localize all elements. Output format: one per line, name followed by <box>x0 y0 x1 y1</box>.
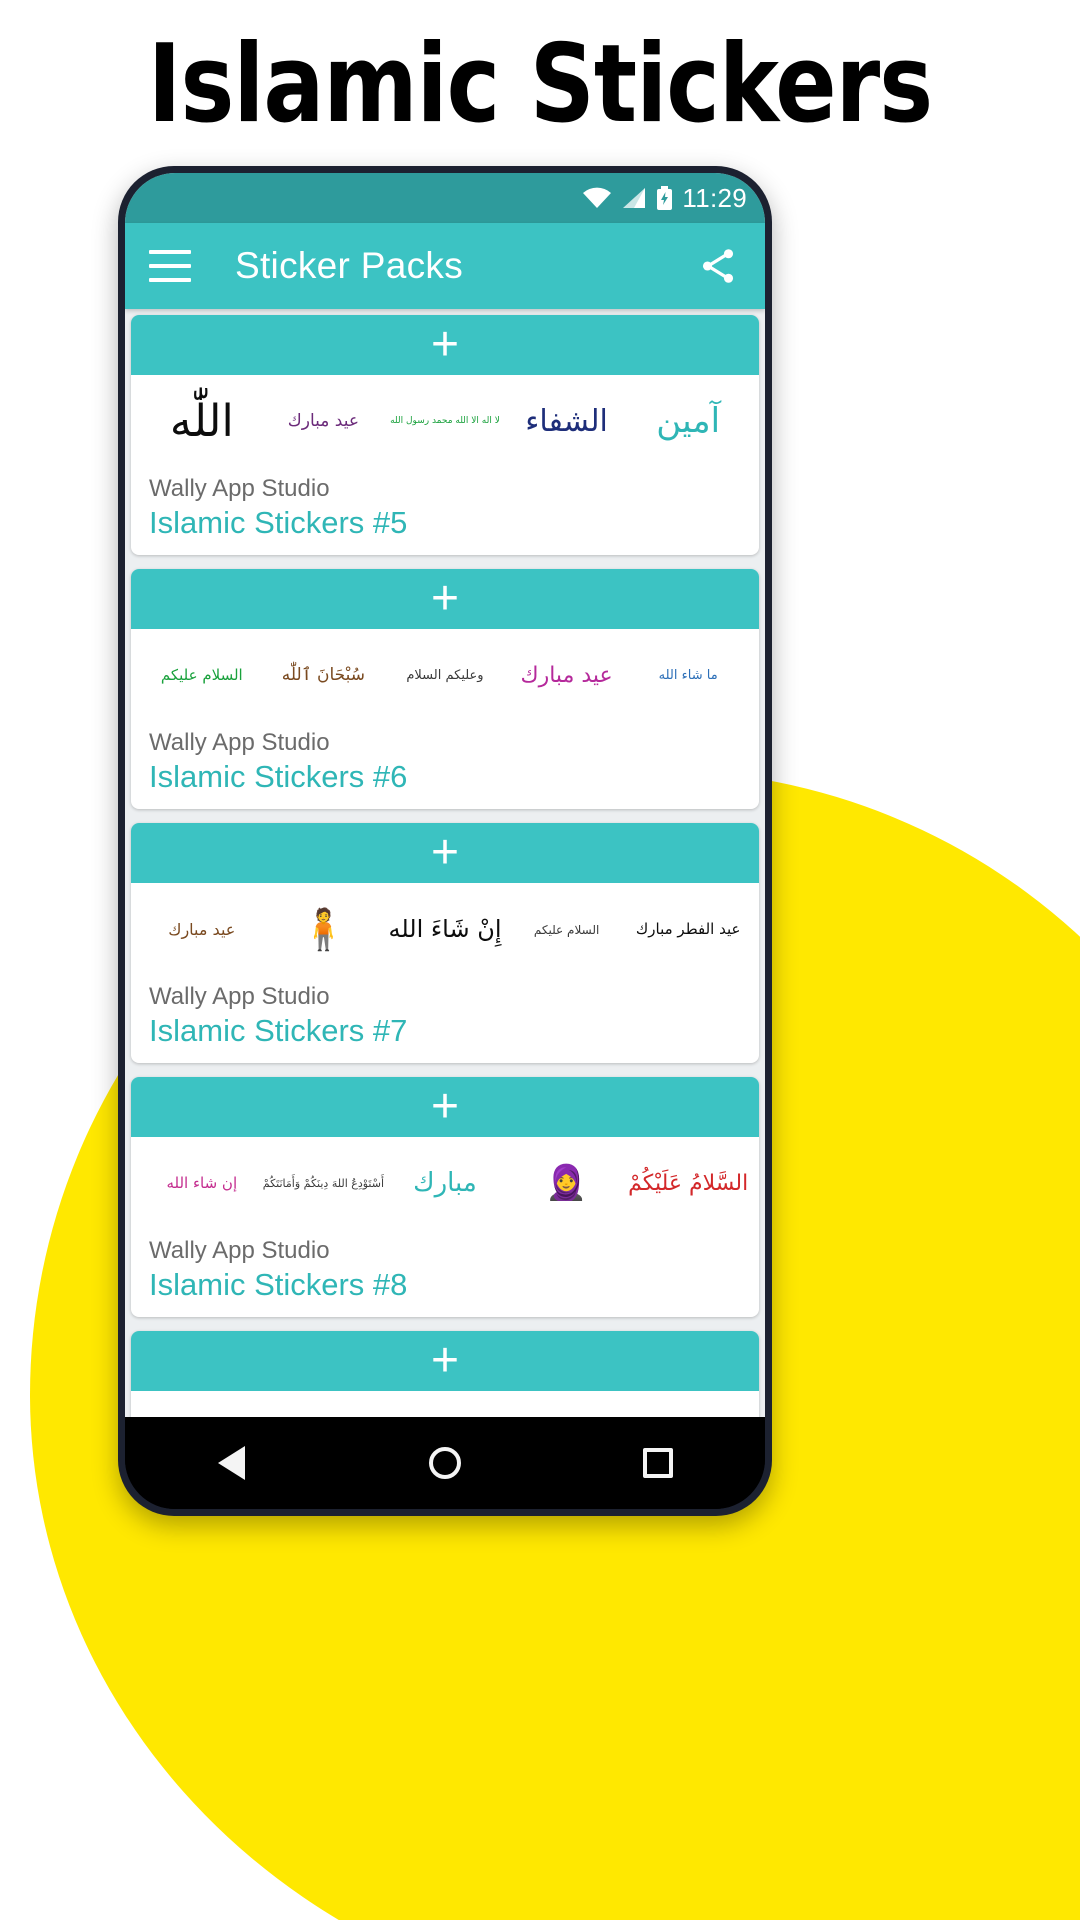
wifi-icon <box>582 187 612 209</box>
sticker-thumbnail-text: وعليكم السلام <box>406 668 484 684</box>
sticker-thumbnail-text: آمين <box>656 401 721 442</box>
sticker-thumbnail[interactable]: 🧕 <box>506 1142 628 1226</box>
sticker-pack-card[interactable]: + اللّٰه عيد مبارك لا اله الا الله محمد رسو… <box>131 315 759 555</box>
sticker-thumbnail[interactable]: عيد مبارك <box>263 380 385 464</box>
battery-icon <box>656 186 673 210</box>
sticker-thumbnail-text: عيد الفطر مبارك <box>635 920 741 939</box>
sticker-thumbnail-text: السلام عليكم <box>533 922 600 937</box>
pack-name: Islamic Stickers #6 <box>149 759 408 794</box>
add-pack-button[interactable]: + <box>131 1077 759 1137</box>
sticker-thumbnail[interactable]: EID MUBARAK! <box>506 1396 628 1417</box>
sticker-thumbnail[interactable]: 🧔 <box>263 1396 385 1417</box>
sticker-preview-row: بسم الله الرحمن الرحيم🧔وعليكم السلامEID … <box>131 1391 759 1417</box>
sticker-thumbnail[interactable]: السلام عليكم <box>506 888 628 972</box>
sticker-thumbnail-text: إِنْ شَاءَ الله <box>388 915 502 944</box>
sticker-thumbnail[interactable]: EID MUBARAK! <box>627 1396 749 1417</box>
pack-publisher: Wally App Studio <box>149 729 330 756</box>
sticker-thumbnail-text: مبارك <box>413 1168 477 1199</box>
plus-icon: + <box>430 572 460 625</box>
sticker-thumbnail-text: عيد مبارك <box>168 919 236 939</box>
sticker-thumbnail-text: اللّٰه <box>169 395 234 447</box>
sticker-thumbnail-text: السلام عليكم <box>160 666 243 685</box>
sticker-pack-list[interactable]: + اللّٰه عيد مبارك لا اله الا الله محمد رسو… <box>125 309 765 1417</box>
sticker-pack-card[interactable]: + السلام عليكم سُبْحَانَ ٱللّٰه وعليكم السل… <box>131 569 759 809</box>
sticker-pack-card[interactable]: +بسم الله الرحمن الرحيم🧔وعليكم السلامEID… <box>131 1331 759 1417</box>
sticker-thumbnail[interactable]: عيد مبارك <box>141 888 263 972</box>
sticker-thumbnail[interactable]: السَّلامُ عَلَيْكُمْ <box>627 1142 749 1226</box>
sticker-preview-row: اللّٰه عيد مبارك لا اله الا الله محمد رسول… <box>131 375 759 467</box>
page-root: Islamic Stickers 11:29 Sticker Packs + ا… <box>0 0 1080 1920</box>
android-nav-bar <box>125 1417 765 1509</box>
status-bar-time: 11:29 <box>682 182 747 213</box>
add-pack-button[interactable]: + <box>131 315 759 375</box>
status-bar: 11:29 <box>125 173 765 223</box>
pack-publisher: Wally App Studio <box>149 475 330 502</box>
sticker-thumbnail-text: أَسْتَوْدِعُ اللهَ دِينَكُمْ وَأَمَانَتَ… <box>262 1177 385 1191</box>
page-title: Islamic Stickers <box>147 22 933 147</box>
sticker-thumbnail[interactable]: الشفاء <box>506 380 628 464</box>
sticker-preview-row: السلام عليكم سُبْحَانَ ٱللّٰه وعليكم السلا… <box>131 629 759 721</box>
pack-name: Islamic Stickers #7 <box>149 1013 408 1048</box>
sticker-thumbnail-text: عيد مبارك <box>520 663 613 689</box>
plus-icon: + <box>430 318 460 371</box>
pack-publisher: Wally App Studio <box>149 1237 330 1264</box>
sticker-thumbnail[interactable]: عيد الفطر مبارك <box>627 888 749 972</box>
share-icon[interactable] <box>695 243 741 289</box>
signal-icon <box>621 187 647 209</box>
add-pack-button[interactable]: + <box>131 823 759 883</box>
sticker-thumbnail[interactable]: آمين <box>627 380 749 464</box>
sticker-thumbnail[interactable]: عيد مبارك <box>506 634 628 718</box>
sticker-thumbnail[interactable]: لا اله الا الله محمد رسول الله <box>384 380 506 464</box>
back-triangle-icon[interactable] <box>187 1417 277 1509</box>
sticker-preview-row: إن شاء الله أَسْتَوْدِعُ اللهَ دِينَكُمْ … <box>131 1137 759 1229</box>
pack-publisher: Wally App Studio <box>149 983 330 1010</box>
sticker-thumbnail[interactable]: بسم الله الرحمن الرحيم <box>141 1396 263 1417</box>
sticker-preview-row: عيد مبارك 🧍 إِنْ شَاءَ الله السلام عليكم عيد… <box>131 883 759 975</box>
sticker-thumbnail[interactable]: سُبْحَانَ ٱللّٰه <box>263 634 385 718</box>
sticker-thumbnail-text: عيد مبارك <box>287 411 360 432</box>
home-circle-icon[interactable] <box>400 1417 490 1509</box>
app-screen: 11:29 Sticker Packs + اللّٰه عيد مبارك ل… <box>125 173 765 1417</box>
app-bar-title: Sticker Packs <box>235 245 464 286</box>
plus-icon: + <box>430 826 460 879</box>
sticker-thumbnail-text: لا اله الا الله محمد رسول الله <box>390 416 500 427</box>
pack-name: Islamic Stickers #5 <box>149 505 408 540</box>
sticker-thumbnail-text: سُبْحَانَ ٱللّٰه <box>281 665 366 686</box>
sticker-thumbnail-text: إن شاء الله <box>166 1174 238 1193</box>
sticker-thumbnail[interactable]: السلام عليكم <box>141 634 263 718</box>
sticker-thumbnail-text: السَّلامُ عَلَيْكُمْ <box>628 1171 749 1197</box>
phone-mockup: 11:29 Sticker Packs + اللّٰه عيد مبارك ل… <box>118 166 772 1516</box>
add-pack-button[interactable]: + <box>131 1331 759 1391</box>
sticker-thumbnail-text: ما شاء الله <box>658 668 718 684</box>
plus-icon: + <box>430 1334 460 1387</box>
pack-name: Islamic Stickers #8 <box>149 1267 408 1302</box>
sticker-thumbnail[interactable]: 🧍 <box>263 888 385 972</box>
sticker-thumbnail[interactable]: ما شاء الله <box>627 634 749 718</box>
sticker-thumbnail-text: 🧕 <box>545 1163 588 1204</box>
sticker-thumbnail[interactable]: وعليكم السلام <box>384 1396 506 1417</box>
sticker-thumbnail[interactable]: وعليكم السلام <box>384 634 506 718</box>
sticker-thumbnail[interactable]: إن شاء الله <box>141 1142 263 1226</box>
sticker-thumbnail[interactable]: إِنْ شَاءَ الله <box>384 888 506 972</box>
add-pack-button[interactable]: + <box>131 569 759 629</box>
sticker-thumbnail-text: 🧍 <box>298 907 349 953</box>
sticker-pack-card[interactable]: + إن شاء الله أَسْتَوْدِعُ اللهَ دِينَكُمْ… <box>131 1077 759 1317</box>
sticker-pack-card[interactable]: + عيد مبارك 🧍 إِنْ شَاءَ الله السلام عليكم عي… <box>131 823 759 1063</box>
recents-square-icon[interactable] <box>613 1417 703 1509</box>
plus-icon: + <box>430 1080 460 1133</box>
hamburger-menu-icon[interactable] <box>149 250 191 282</box>
sticker-thumbnail[interactable]: اللّٰه <box>141 380 263 464</box>
app-bar: Sticker Packs <box>125 223 765 309</box>
phone-screen-frame: 11:29 Sticker Packs + اللّٰه عيد مبارك ل… <box>125 173 765 1509</box>
sticker-thumbnail-text: الشفاء <box>525 404 608 440</box>
sticker-thumbnail[interactable]: أَسْتَوْدِعُ اللهَ دِينَكُمْ وَأَمَانَتَ… <box>263 1142 385 1226</box>
sticker-thumbnail[interactable]: مبارك <box>384 1142 506 1226</box>
